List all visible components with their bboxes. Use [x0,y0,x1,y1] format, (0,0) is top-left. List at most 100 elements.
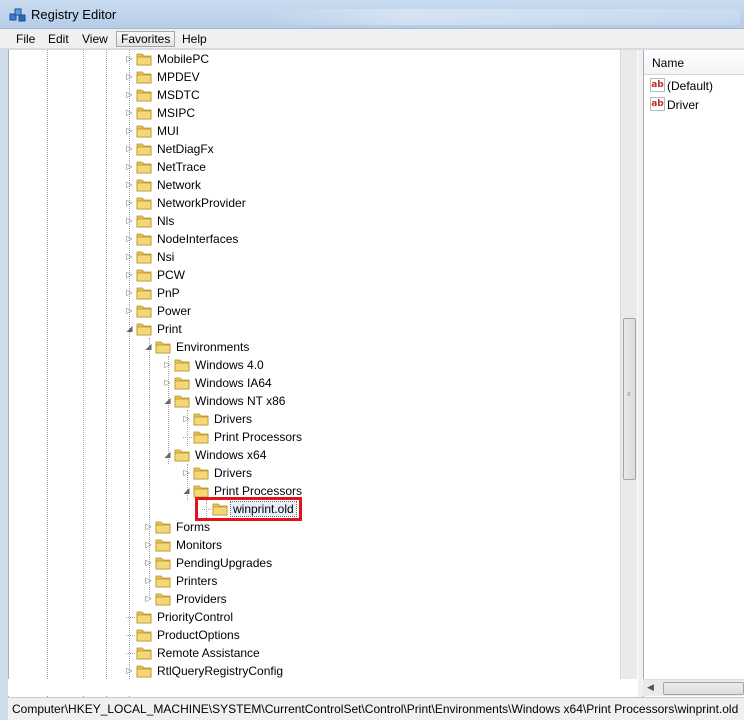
folder-icon [136,177,152,192]
values-horizontal-scrollbar[interactable]: ◀ [643,679,744,696]
folder-icon [174,357,190,372]
tree-node[interactable]: ▷ Nsi [9,248,609,266]
tree-node[interactable]: ◢ Print [9,320,609,338]
expand-arrow-icon[interactable]: ▷ [125,216,134,225]
menu-help[interactable]: Help [178,31,211,47]
tree-node-label: Print Processors [214,430,303,444]
tree-node[interactable]: PriorityControl [9,608,609,626]
tree-node[interactable]: Print Processors [9,428,609,446]
values-list[interactable]: Name ab (Default) ab Driver [643,50,744,697]
expand-arrow-icon[interactable]: ▷ [125,288,134,297]
expand-arrow-icon[interactable]: ▷ [125,306,134,315]
expand-arrow-icon[interactable]: ▷ [163,378,172,387]
folder-icon [136,267,152,282]
menu-view[interactable]: View [78,31,112,47]
tree-node[interactable]: ▷ Drivers [9,410,609,428]
expand-arrow-icon[interactable]: ▷ [163,360,172,369]
tree-node[interactable]: ▷ MUI [9,122,609,140]
folder-icon [174,447,190,462]
expand-arrow-icon[interactable]: ▷ [125,252,134,261]
tree-node[interactable]: ▷ Providers [9,590,609,608]
tree-node-label: Monitors [176,538,223,552]
expand-arrow-icon[interactable]: ▷ [125,144,134,153]
scroll-left-arrow-icon[interactable]: ◀ [647,682,654,693]
tree-node[interactable]: ▷ MobilePC [9,50,609,68]
tree-node[interactable]: ◢ Environments [9,338,609,356]
folder-icon [155,537,171,552]
folder-icon [136,303,152,318]
expand-arrow-icon[interactable]: ▷ [144,576,153,585]
tree-node-label: Drivers [214,466,252,480]
expand-arrow-icon[interactable]: ▷ [125,180,134,189]
folder-icon [136,645,152,660]
tree-node-label: MSDTC [157,88,200,102]
menu-favorites[interactable]: Favorites [116,31,176,47]
folder-icon [193,411,209,426]
registry-key-tree[interactable]: ▷ MobilePC ▷ MPDEV ▷ MSDTC ▷ MSIPC ▷ MUI ▷ NetDiagF… [8,50,638,697]
expand-arrow-icon[interactable]: ▷ [125,108,134,117]
expand-arrow-icon[interactable]: ▷ [125,666,134,675]
expand-arrow-icon[interactable]: ▷ [144,558,153,567]
tree-node-label: Nls [157,214,175,228]
tree-vertical-scrollbar[interactable]: ≡ [620,50,637,679]
tree-node[interactable]: ▷ Windows 4.0 [9,356,609,374]
tree-node-label: Environments [176,340,250,354]
menu-edit[interactable]: Edit [44,31,73,47]
tree-node[interactable]: ▷ NetworkProvider [9,194,609,212]
expand-arrow-icon[interactable]: ▷ [125,72,134,81]
collapse-arrow-icon[interactable]: ◢ [163,396,172,405]
tree-node[interactable]: ◢ Print Processors [9,482,609,500]
expand-arrow-icon[interactable]: ▷ [125,198,134,207]
menu-file[interactable]: File [12,31,39,47]
tree-node[interactable]: ▷ Printers [9,572,609,590]
column-header-name[interactable]: Name [644,50,744,75]
tree-node-label: MUI [157,124,179,138]
folder-icon [155,555,171,570]
tree-node[interactable]: ▷ Drivers [9,464,609,482]
expand-arrow-icon[interactable]: ▷ [182,468,191,477]
expand-arrow-icon[interactable]: ▷ [125,270,134,279]
tree-node[interactable]: ▷ Network [9,176,609,194]
expand-arrow-icon[interactable]: ▷ [125,90,134,99]
scrollbar-thumb[interactable]: ≡ [623,318,636,480]
collapse-arrow-icon[interactable]: ◢ [182,486,191,495]
tree-node[interactable]: ▷ MSIPC [9,104,609,122]
tree-node[interactable]: ProductOptions [9,626,609,644]
tree-node[interactable]: ▷ NetDiagFx [9,140,609,158]
tree-node[interactable]: ▷ Monitors [9,536,609,554]
tree-node[interactable]: ▷ Nls [9,212,609,230]
grip-icon: ≡ [627,392,631,398]
tree-node[interactable]: ▷ PnP [9,284,609,302]
tree-node[interactable]: ▷ MSDTC [9,86,609,104]
collapse-arrow-icon[interactable]: ◢ [144,342,153,351]
tree-node-label: Printers [176,574,218,588]
expand-arrow-icon[interactable]: ▷ [125,162,134,171]
tree-node[interactable]: ▷ NetTrace [9,158,609,176]
tree-node[interactable]: ▷ Power [9,302,609,320]
scrollbar-thumb[interactable] [663,682,744,695]
tree-node[interactable]: ▷ RtlQueryRegistryConfig [9,662,609,680]
expand-arrow-icon[interactable]: ▷ [144,522,153,531]
tree-node-label: NetTrace [157,160,206,174]
expand-arrow-icon[interactable]: ▷ [182,414,191,423]
tree-node[interactable]: ▷ MPDEV [9,68,609,86]
expand-arrow-icon[interactable]: ▷ [144,594,153,603]
tree-node[interactable]: ▷ PendingUpgrades [9,554,609,572]
expand-arrow-icon[interactable]: ▷ [125,234,134,243]
collapse-arrow-icon[interactable]: ◢ [163,450,172,459]
tree-node[interactable]: ▷ Windows IA64 [9,374,609,392]
value-name: (Default) [667,79,714,93]
collapse-arrow-icon[interactable]: ◢ [125,324,134,333]
tree-node[interactable]: ▷ Forms [9,518,609,536]
expand-arrow-icon[interactable]: ▷ [125,126,134,135]
tree-node[interactable]: ▷ NodeInterfaces [9,230,609,248]
folder-icon [155,573,171,588]
tree-node-label: Windows NT x86 [195,394,286,408]
tree-node[interactable]: ◢ Windows x64 [9,446,609,464]
expand-arrow-icon[interactable]: ▷ [144,540,153,549]
tree-node[interactable]: winprint.old [9,500,609,518]
tree-node[interactable]: ◢ Windows NT x86 [9,392,609,410]
expand-arrow-icon[interactable]: ▷ [125,54,134,63]
tree-node[interactable]: ▷ PCW [9,266,609,284]
tree-node[interactable]: Remote Assistance [9,644,609,662]
